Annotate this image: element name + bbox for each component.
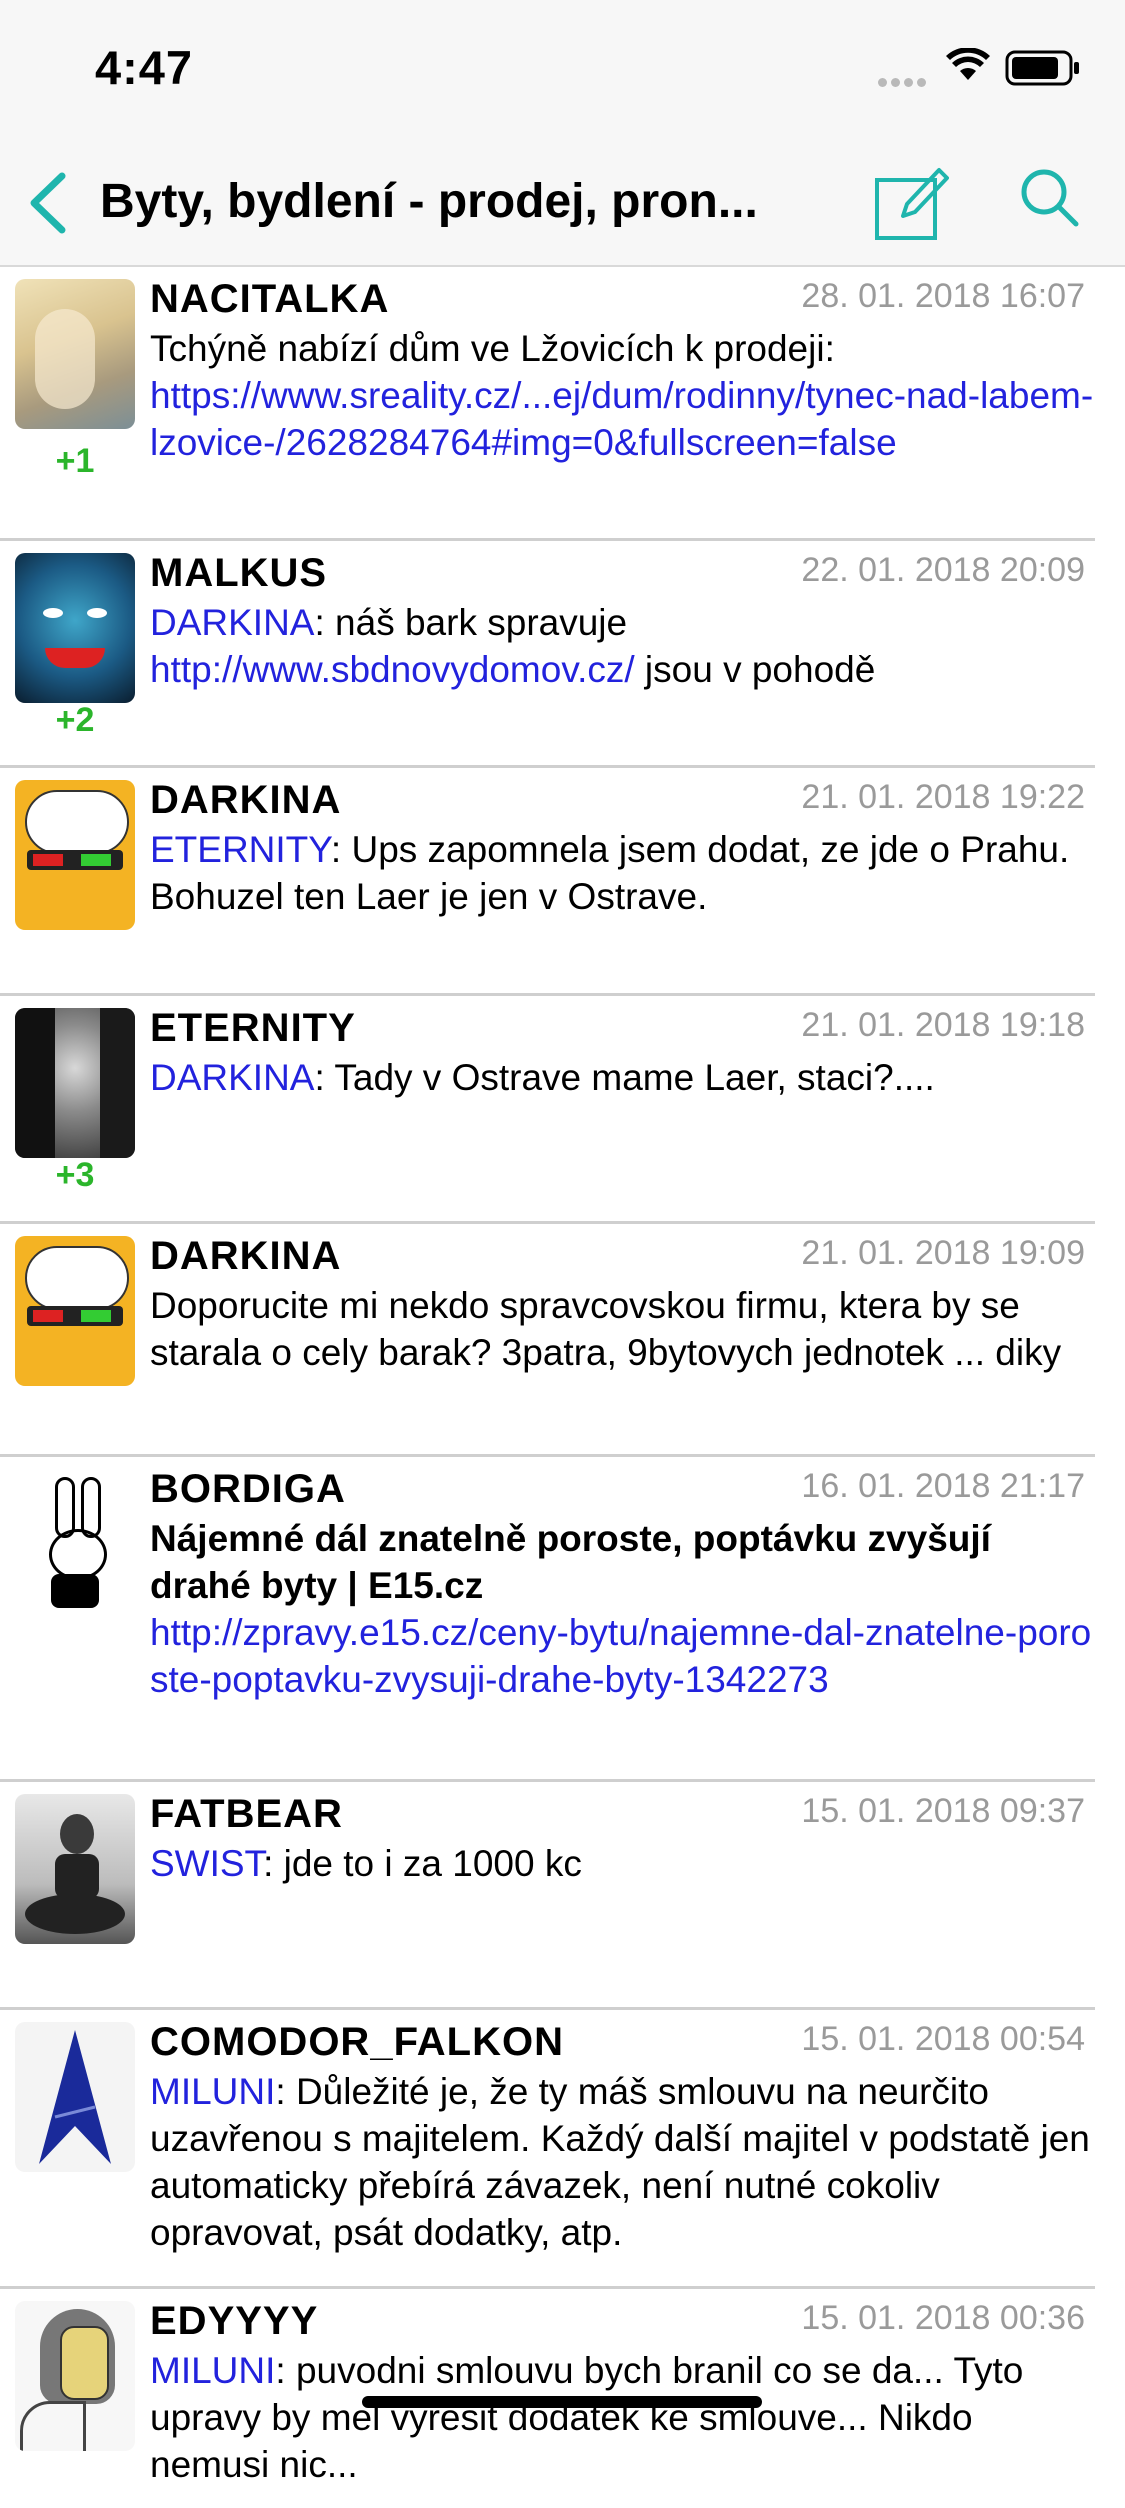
list-item[interactable]: +2 MALKUS 22. 01. 2018 20:09 DARKINA: ná… <box>0 541 1095 768</box>
post-date: 15. 01. 2018 00:54 <box>801 2020 1085 2058</box>
back-chevron-icon[interactable] <box>24 170 70 236</box>
vote-count: +3 <box>55 1156 95 1194</box>
post-body: ETERNITY: Ups zapomnela jsem dodat, ze j… <box>150 829 1070 917</box>
vote-count: +1 <box>55 442 95 480</box>
post-link[interactable]: http://zpravy.e15.cz/ceny-bytu/najemne-d… <box>150 1609 1095 1703</box>
navigation-bar: Byty, bydlení - prodej, pron... <box>0 140 1125 267</box>
post-date: 15. 01. 2018 00:36 <box>801 2299 1085 2337</box>
list-item[interactable]: COMODOR_FALKON 15. 01. 2018 00:54 MILUNI… <box>0 2010 1095 2289</box>
avatar[interactable] <box>15 1469 135 1619</box>
list-item[interactable]: DARKINA 21. 01. 2018 19:09 Doporucite mi… <box>0 1224 1095 1457</box>
battery-icon <box>1005 50 1079 86</box>
home-indicator[interactable] <box>362 2396 762 2408</box>
status-time: 4:47 <box>95 41 194 94</box>
avatar[interactable] <box>15 1236 135 1386</box>
list-item[interactable]: +3 ETERNITY 21. 01. 2018 19:18 DARKINA: … <box>0 996 1095 1224</box>
post-body: Tchýně nabízí dům ve Lžovicích k prodeji… <box>150 328 1094 463</box>
list-item[interactable]: +1 NACITALKA 28. 01. 2018 16:07 Tchýně n… <box>0 267 1095 541</box>
mention-link[interactable]: DARKINA <box>150 1057 314 1098</box>
list-item[interactable]: BORDIGA 16. 01. 2018 21:17 Nájemné dál z… <box>0 1457 1095 1782</box>
post-date: 21. 01. 2018 19:18 <box>801 1006 1085 1044</box>
post-body: Nájemné dál znatelně poroste, poptávku z… <box>150 1515 1095 1703</box>
author-name[interactable]: BORDIGA <box>150 1467 346 1511</box>
author-name[interactable]: COMODOR_FALKON <box>150 2020 564 2064</box>
cellular-signal-icon <box>878 74 930 92</box>
mention-link[interactable]: ETERNITY <box>150 829 331 870</box>
avatar[interactable] <box>15 2022 135 2172</box>
post-body: SWIST: jde to i za 1000 kc <box>150 1843 582 1884</box>
compose-icon[interactable] <box>873 158 949 244</box>
wifi-icon <box>946 48 990 80</box>
author-name[interactable]: NACITALKA <box>150 277 389 321</box>
vote-count: +2 <box>55 701 95 739</box>
avatar[interactable] <box>15 1794 135 1944</box>
page-title: Byty, bydlení - prodej, pron... <box>100 175 758 228</box>
avatar[interactable] <box>15 279 135 429</box>
avatar[interactable] <box>15 780 135 930</box>
post-date: 15. 01. 2018 09:37 <box>801 1792 1085 1830</box>
list-item[interactable]: FATBEAR 15. 01. 2018 09:37 SWIST: jde to… <box>0 1782 1095 2010</box>
author-name[interactable]: DARKINA <box>150 778 341 822</box>
author-name[interactable]: DARKINA <box>150 1234 341 1278</box>
post-body: DARKINA: Tady v Ostrave mame Laer, staci… <box>150 1057 935 1098</box>
post-list[interactable]: +1 NACITALKA 28. 01. 2018 16:07 Tchýně n… <box>0 267 1125 2489</box>
arrow-logo-icon <box>39 2030 111 2164</box>
post-body: Doporucite mi nekdo spravcovskou firmu, … <box>150 1285 1062 1373</box>
mention-link[interactable]: MILUNI <box>150 2350 275 2391</box>
post-link[interactable]: http://www.sbdnovydomov.cz/ <box>150 649 635 690</box>
post-headline: Nájemné dál znatelně poroste, poptávku z… <box>150 1518 991 1606</box>
post-date: 22. 01. 2018 20:09 <box>801 551 1085 589</box>
author-name[interactable]: ETERNITY <box>150 1006 356 1050</box>
list-item[interactable]: DARKINA 21. 01. 2018 19:22 ETERNITY: Ups… <box>0 768 1095 996</box>
mention-link[interactable]: MILUNI <box>150 2071 275 2112</box>
avatar[interactable] <box>15 553 135 703</box>
avatar[interactable] <box>15 1008 135 1158</box>
post-date: 21. 01. 2018 19:22 <box>801 778 1085 816</box>
list-item[interactable]: EDYYYY 15. 01. 2018 00:36 MILUNI: puvodn… <box>0 2289 1095 2489</box>
post-date: 21. 01. 2018 19:09 <box>801 1234 1085 1272</box>
post-body: DARKINA: náš bark spravuje http://www.sb… <box>150 602 876 690</box>
author-name[interactable]: EDYYYY <box>150 2299 318 2343</box>
post-date: 16. 01. 2018 21:17 <box>801 1467 1085 1505</box>
mention-link[interactable]: SWIST <box>150 1843 263 1884</box>
author-name[interactable]: FATBEAR <box>150 1792 343 1836</box>
search-icon[interactable] <box>1018 166 1082 230</box>
post-link[interactable]: https://www.sreality.cz/...ej/dum/rodinn… <box>150 375 1093 463</box>
post-body: MILUNI: puvodni smlouvu bych branil co s… <box>150 2350 1024 2485</box>
status-bar: 4:47 <box>0 0 1125 140</box>
mention-link[interactable]: DARKINA <box>150 602 314 643</box>
avatar[interactable] <box>15 2301 135 2451</box>
author-name[interactable]: MALKUS <box>150 551 327 595</box>
post-body: MILUNI: Důležité je, že ty máš smlouvu n… <box>150 2071 1090 2253</box>
post-date: 28. 01. 2018 16:07 <box>801 277 1085 315</box>
